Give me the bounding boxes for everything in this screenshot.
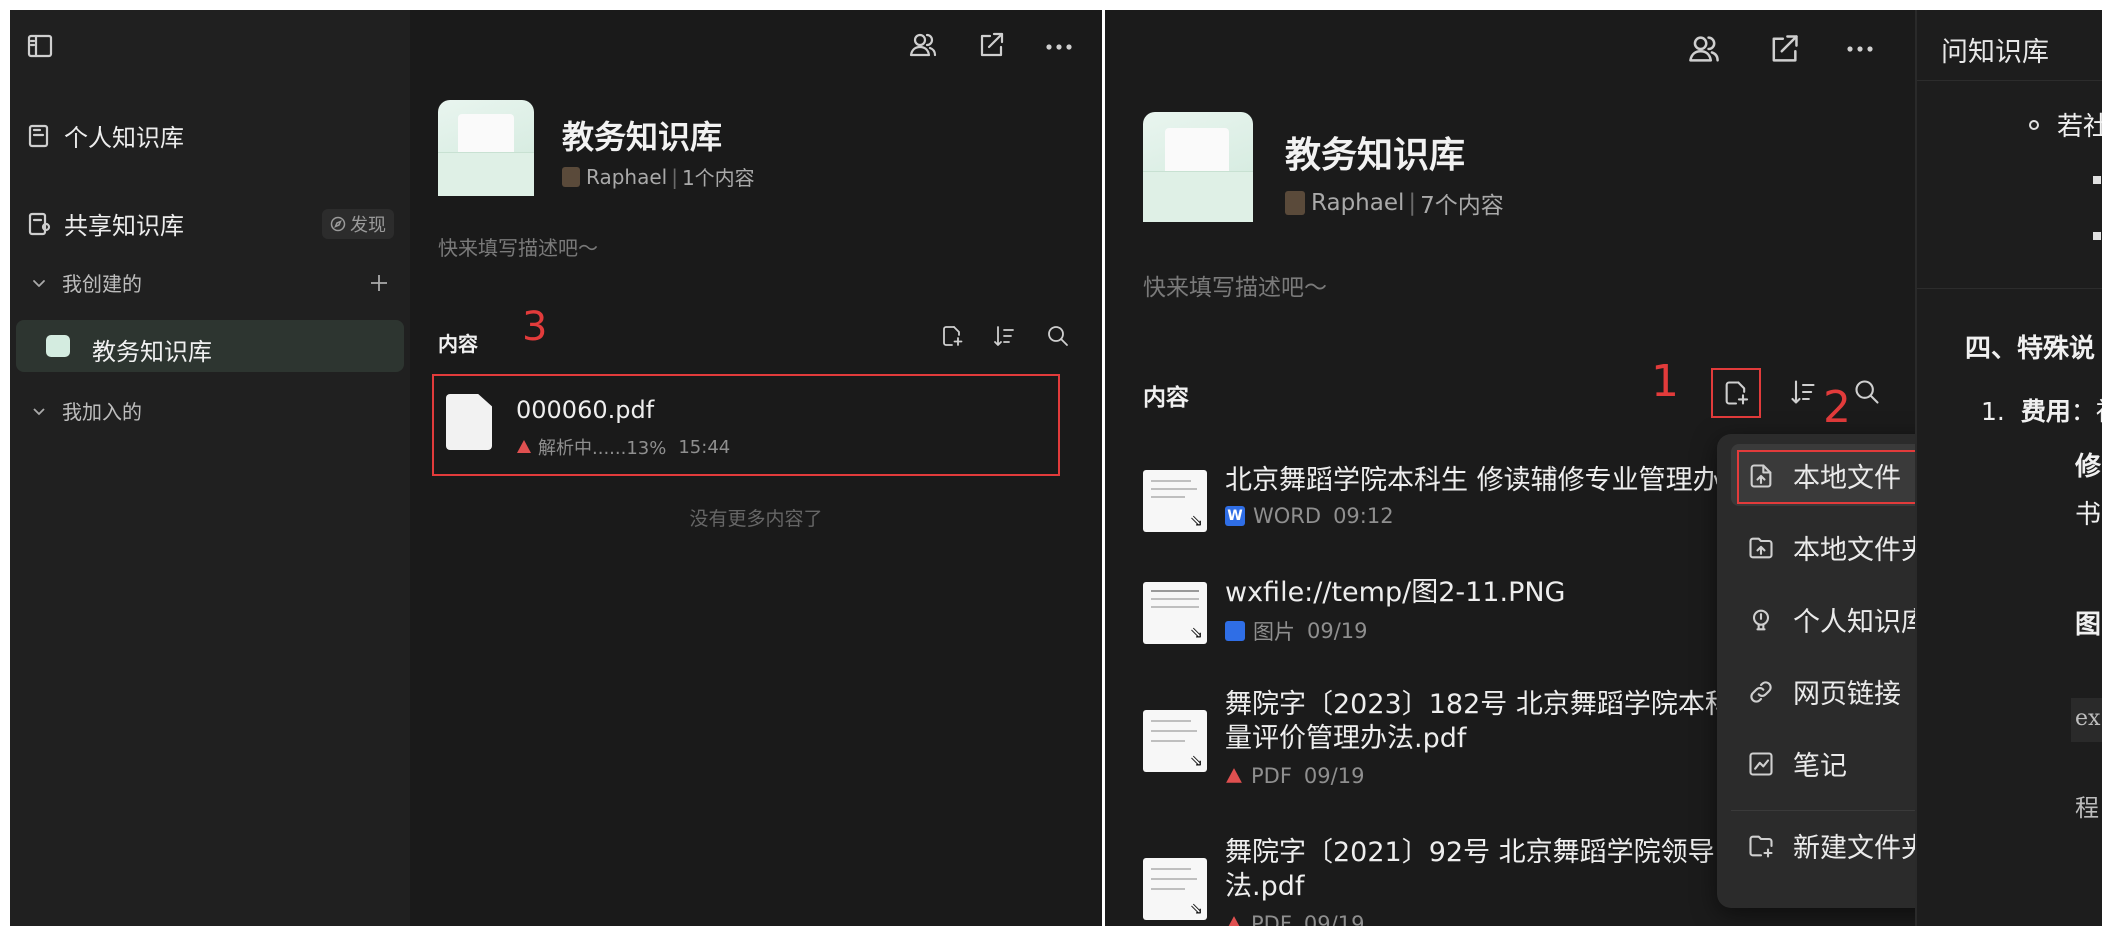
sidebar-item-label: 教务知识库 [92, 338, 212, 366]
discover-button[interactable]: 发现 [322, 208, 394, 239]
file-name: 000060.pdf [516, 396, 655, 424]
file-upload-icon [1747, 462, 1775, 490]
more-icon[interactable] [1847, 46, 1873, 52]
add-file-icon[interactable] [1722, 379, 1750, 407]
doc-bullet [2093, 176, 2101, 184]
link-icon [1747, 678, 1775, 706]
avatar [562, 166, 580, 187]
file-thumbnail: ⇘ [1143, 582, 1207, 644]
right-screenshot: 教务知识库 Raphael | 7个内容 快来填写描述吧～ 内容 1 2 ⇘ 北… [1105, 10, 2102, 926]
panel-title: 问知识库 [1941, 37, 2049, 68]
ask-kb-panel: 问知识库 若社 四、特殊说 1. 费用：社 修 书。 图 ex 程 [1915, 10, 2102, 926]
content-label: 内容 [438, 332, 478, 356]
panel-divider [1917, 80, 2102, 81]
search-icon[interactable] [1046, 324, 1070, 348]
members-icon[interactable] [1687, 32, 1721, 66]
kb-cover [438, 100, 534, 196]
doc-hr [1917, 288, 2102, 289]
folder-upload-icon [1747, 534, 1775, 562]
menu-item-web-link[interactable]: 网页链接 [1747, 672, 1901, 711]
doc-fragment: 书。 [2075, 500, 2102, 530]
file-thumbnail: ⇘ [1143, 710, 1207, 772]
file-name: 北京舞蹈学院本科生 修读辅修专业管理办 [1225, 465, 1720, 496]
members-icon[interactable] [908, 30, 938, 60]
menu-item-local-file[interactable]: 本地文件 [1747, 456, 1901, 495]
annotation-number-1: 1 [1651, 356, 1679, 407]
doc-heading: 四、特殊说 [1965, 334, 2096, 364]
chevron-down-icon [30, 402, 48, 420]
section-created-by-me[interactable]: 我创建的 [30, 268, 402, 297]
share-icon[interactable] [976, 30, 1006, 60]
menu-item-new-folder[interactable]: 新建文件夹 [1747, 826, 1928, 865]
annotation-number: 3 [522, 304, 548, 350]
compass-icon [330, 216, 346, 232]
annotation-number-2: 2 [1823, 382, 1851, 433]
kb-cover [1143, 112, 1253, 222]
doc-fragment: ex [2075, 706, 2101, 731]
share-icon[interactable] [1767, 32, 1801, 66]
sort-icon[interactable] [992, 324, 1016, 348]
add-icon[interactable] [368, 272, 390, 294]
no-more-text: 没有更多内容了 [689, 508, 823, 530]
sidebar-toggle-icon[interactable] [26, 32, 54, 60]
sidebar-item-label: 共享知识库 [64, 212, 184, 240]
file-name-line-2: 量评价管理办法.pdf [1225, 723, 1467, 754]
main-panel: 教务知识库 Raphael | 1个内容 快来填写描述吧～ 内容 3 00006… [410, 10, 1102, 926]
kb-icon [46, 335, 70, 357]
add-file-icon[interactable] [940, 324, 964, 348]
sidebar-item-personal-kb[interactable]: 个人知识库 [26, 118, 184, 153]
file-name-line-2: 法.pdf [1225, 871, 1305, 902]
sidebar-item-label: 个人知识库 [64, 124, 184, 152]
description-field[interactable]: 快来填写描述吧～ [438, 232, 598, 261]
file-meta: W WORD 09:12 [1225, 504, 1394, 528]
file-row[interactable]: 000060.pdf 解析中......13% 15:44 [438, 380, 1054, 470]
doc-item: 1. 费用：社 [1981, 397, 2102, 426]
kb-title: 教务知识库 [562, 118, 723, 156]
file-thumbnail: ⇘ [1143, 470, 1207, 532]
file-meta: PDF 09/19 [1225, 764, 1364, 788]
personal-kb-icon [26, 123, 52, 149]
sidebar: 个人知识库 共享知识库 发现 我创建的 教务知识库 我加入的 [10, 10, 410, 926]
kb-meta: Raphael | 1个内容 [562, 162, 755, 191]
note-icon [1747, 750, 1775, 778]
search-icon[interactable] [1853, 378, 1881, 406]
pdf-file-icon [446, 394, 492, 450]
doc-fragment: 图 [2075, 610, 2102, 640]
sort-icon[interactable] [1789, 378, 1817, 406]
more-icon[interactable] [1046, 44, 1072, 50]
doc-bullet [2093, 232, 2101, 240]
pdf-type-icon [1225, 767, 1243, 785]
sidebar-item-shared-kb[interactable]: 共享知识库 发现 [26, 206, 402, 241]
shared-kb-icon [26, 211, 52, 237]
sidebar-item-jiaowu-kb[interactable]: 教务知识库 [16, 320, 404, 372]
doc-fragment: 修 [2075, 452, 2102, 482]
menu-item-local-folder[interactable]: 本地文件夹 [1747, 528, 1928, 567]
file-meta: 解析中......13% 15:44 [516, 434, 730, 460]
avatar [1285, 191, 1305, 215]
folder-plus-icon [1747, 832, 1775, 860]
pdf-type-icon [1225, 915, 1243, 926]
content-label: 内容 [1143, 385, 1189, 411]
doc-line: 若社 [2029, 106, 2102, 143]
left-screenshot: 个人知识库 共享知识库 发现 我创建的 教务知识库 我加入的 教务知识库 Rap… [10, 10, 1102, 926]
file-thumbnail: ⇘ [1143, 858, 1207, 920]
pdf-type-icon [516, 439, 532, 455]
file-meta: PDF 09/19 [1225, 912, 1364, 926]
bulb-icon [1747, 606, 1775, 634]
file-name: wxfile://temp/图2-11.PNG [1225, 577, 1566, 608]
chevron-down-icon [30, 274, 48, 292]
description-field[interactable]: 快来填写描述吧～ [1143, 268, 1327, 302]
kb-meta: Raphael | 7个内容 [1285, 186, 1504, 220]
file-meta: 图片 09/19 [1225, 616, 1368, 646]
doc-fragment: 程 [2075, 794, 2099, 822]
section-joined[interactable]: 我加入的 [30, 396, 142, 425]
image-type-icon [1225, 621, 1245, 641]
word-type-icon: W [1225, 506, 1245, 526]
kb-title: 教务知识库 [1285, 135, 1466, 176]
menu-item-personal-kb[interactable]: 个人知识库 [1747, 600, 1928, 639]
